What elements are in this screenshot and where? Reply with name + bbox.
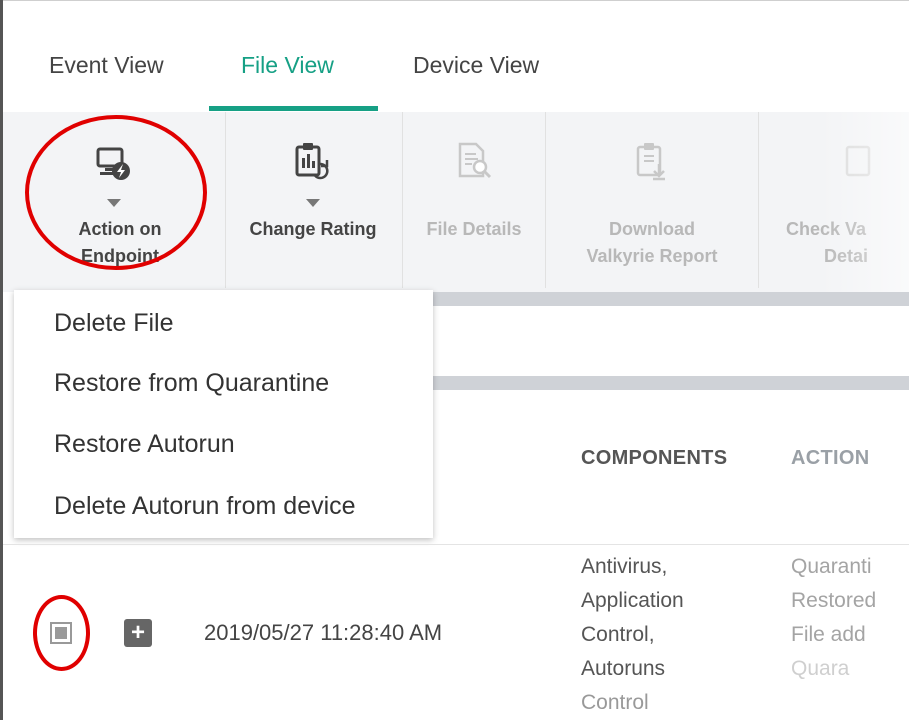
file-search-icon: [458, 142, 492, 179]
action-dropdown-menu: Delete File Restore from Quarantine Rest…: [14, 290, 433, 538]
window-top-border: [0, 0, 909, 1]
row-timestamp: 2019/05/27 11:28:40 AM: [204, 620, 443, 645]
tab-device-view[interactable]: Device View: [413, 52, 539, 79]
menu-item-restore-from-quarantine[interactable]: Restore from Quarantine: [54, 369, 329, 398]
toolbar-divider: [225, 112, 226, 288]
column-header-action[interactable]: ACTION: [791, 447, 869, 470]
row-action-line: Quaranti: [791, 555, 872, 578]
table-divider: [3, 544, 909, 545]
row-components-line: Antivirus,: [581, 555, 668, 578]
toolbar-divider: [758, 112, 759, 288]
toolbar-divider: [402, 112, 403, 288]
change-rating-button[interactable]: Change Rating: [232, 112, 394, 288]
row-action-line: File add: [791, 623, 866, 646]
row-components-line: Control,: [581, 623, 655, 646]
expand-row-button[interactable]: +: [124, 619, 152, 647]
chevron-down-icon: [306, 199, 320, 207]
menu-item-delete-autorun-from-device[interactable]: Delete Autorun from device: [54, 492, 356, 521]
download-valkyrie-report-button[interactable]: Download Valkyrie Report: [547, 112, 757, 288]
clipboard-chart-icon: [295, 143, 329, 180]
row-action-line: Quara: [791, 657, 850, 680]
toolbar-divider: [545, 112, 546, 288]
background-bar: [433, 292, 909, 306]
change-rating-label: Change Rating: [249, 219, 377, 239]
download-valkyrie-report-label: Download Valkyrie Report: [586, 219, 718, 266]
column-header-components[interactable]: COMPONENTS: [581, 447, 727, 470]
clipboard-download-icon: [636, 143, 665, 181]
active-tab-indicator: [209, 106, 378, 111]
faded-edge: [819, 112, 909, 412]
row-components-line: Autoruns: [581, 657, 666, 680]
background-bar: [433, 376, 909, 390]
tab-event-view[interactable]: Event View: [49, 52, 164, 79]
file-details-button[interactable]: File Details: [404, 112, 544, 288]
tab-file-view[interactable]: File View: [241, 52, 334, 79]
menu-item-delete-file[interactable]: Delete File: [54, 309, 174, 338]
annotation-circle: [25, 115, 207, 270]
window-left-border: [0, 0, 3, 720]
file-details-label: File Details: [426, 219, 522, 239]
menu-item-restore-autorun[interactable]: Restore Autorun: [54, 430, 235, 459]
row-components-line: Application: [581, 589, 684, 612]
annotation-circle: [33, 595, 90, 671]
row-components-line: Control: [581, 691, 649, 714]
row-action-line: Restored: [791, 589, 877, 612]
